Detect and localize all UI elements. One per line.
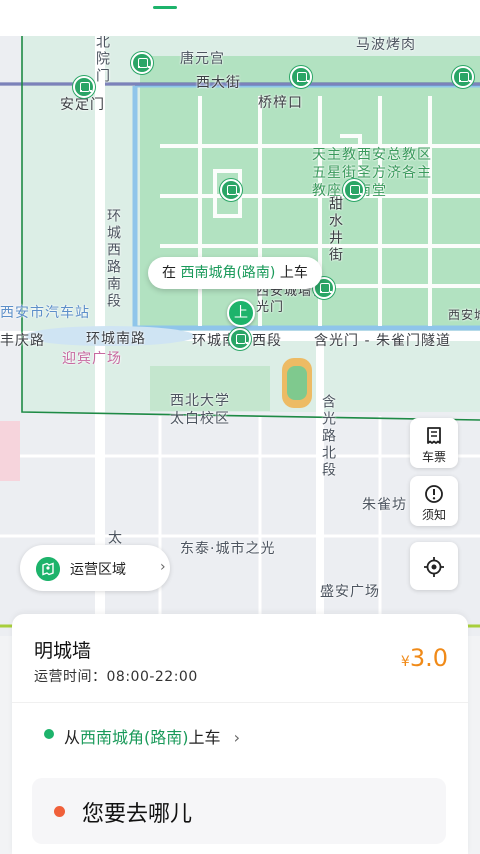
- route-name: 明城墙: [34, 640, 92, 662]
- map-label-xian-bus: 西安市汽车站: [0, 305, 90, 321]
- map-label-mabo: 马波烤肉: [356, 37, 416, 53]
- map-label-huanchengnan: 环城南路: [86, 331, 146, 347]
- map-label-fengqing: 丰庆路: [0, 333, 45, 349]
- ticket-label: 车票: [421, 450, 446, 464]
- bus-stop-icon[interactable]: [73, 76, 95, 98]
- bus-stop-icon[interactable]: [131, 52, 153, 74]
- bus-stop-icon[interactable]: [452, 66, 474, 88]
- route-card: 明城墙 运营时间：08:00-22:00 ¥3.0 从西南城角(路南)上车 › …: [12, 614, 468, 854]
- destination-placeholder: 您要去哪儿: [82, 802, 193, 827]
- pickup-marker[interactable]: 上: [227, 299, 255, 327]
- locate-icon: [424, 557, 444, 577]
- from-prefix: 从: [64, 728, 81, 747]
- ticket-icon: [427, 427, 441, 444]
- fare-price: ¥3.0: [401, 644, 448, 672]
- map-area-icon: [36, 557, 60, 581]
- divider: [12, 702, 468, 703]
- pickup-suffix: 上车: [279, 265, 308, 281]
- info-icon: [425, 485, 443, 503]
- price-value: 3.0: [409, 644, 448, 672]
- map-label-shengan: 盛安广场: [320, 584, 380, 600]
- map-label-xibei-univ: 西北大学太白校区: [170, 393, 230, 427]
- from-stop-name: 西南城角(路南): [80, 728, 189, 747]
- from-suffix: 上车: [188, 728, 221, 747]
- price-currency: ¥: [400, 654, 410, 670]
- map-label-beiyuanmen: 北院门: [94, 36, 110, 85]
- operating-area-button[interactable]: 运营区域 ›: [20, 545, 170, 591]
- map-label-tangyuangong: 唐元宫: [180, 51, 225, 67]
- map-label-qiaozikou: 桥梓口: [258, 95, 303, 111]
- pickup-stop-name: 西南城角(路南): [180, 265, 276, 281]
- chevron-right-icon: ›: [160, 559, 166, 575]
- top-bar: [0, 0, 480, 36]
- map-label-xidajie: 西大街: [196, 75, 241, 91]
- ticket-button[interactable]: 车票: [410, 418, 458, 468]
- map-label-huanchengxi-nan: 环城西路南段: [105, 208, 121, 310]
- map-label-xian-right: 西安城: [448, 308, 480, 322]
- tab-indicator: [153, 6, 177, 9]
- map-view[interactable]: 北院门 唐元宫 马波烤肉 西大街 安定门 桥梓口 天主教西安总教区五星街圣方济各…: [0, 36, 480, 636]
- map-label-hanguangmen-zhuque: 含光门 - 朱雀门隧道: [314, 333, 451, 349]
- pickup-dot: [44, 729, 54, 739]
- map-label-tianshui: 甜水井街: [327, 196, 343, 264]
- pickup-stop-row[interactable]: 从西南城角(路南)上车 ›: [44, 724, 241, 748]
- destination-dot: [54, 806, 65, 817]
- locate-button[interactable]: [410, 542, 458, 590]
- pickup-prefix: 在: [162, 265, 176, 281]
- bus-stop-icon[interactable]: [229, 328, 251, 350]
- map-label-zhuquefang: 朱雀坊: [362, 497, 407, 513]
- map-label-cathedral: 天主教西安总教区五星街圣方济各主教座堂南堂: [312, 147, 432, 199]
- bus-stop-icon[interactable]: [290, 66, 312, 88]
- map-label-dongtai: 东泰·城市之光: [180, 541, 276, 557]
- bus-stop-icon[interactable]: [220, 179, 242, 201]
- notice-label: 须知: [421, 508, 446, 522]
- map-label-yingbin: 迎宾广场: [62, 351, 122, 367]
- notice-button[interactable]: 须知: [410, 476, 458, 526]
- operating-hours: 运营时间：08:00-22:00: [34, 669, 198, 685]
- bus-stop-icon[interactable]: [343, 179, 365, 201]
- operating-area-label: 运营区域: [70, 562, 126, 578]
- map-label-hanguang-bei: 含光路北段: [320, 394, 336, 479]
- pickup-bubble[interactable]: 在 西南城角(路南) 上车: [148, 257, 322, 289]
- chevron-right-icon: ›: [233, 728, 241, 747]
- destination-input[interactable]: 您要去哪儿: [32, 778, 446, 844]
